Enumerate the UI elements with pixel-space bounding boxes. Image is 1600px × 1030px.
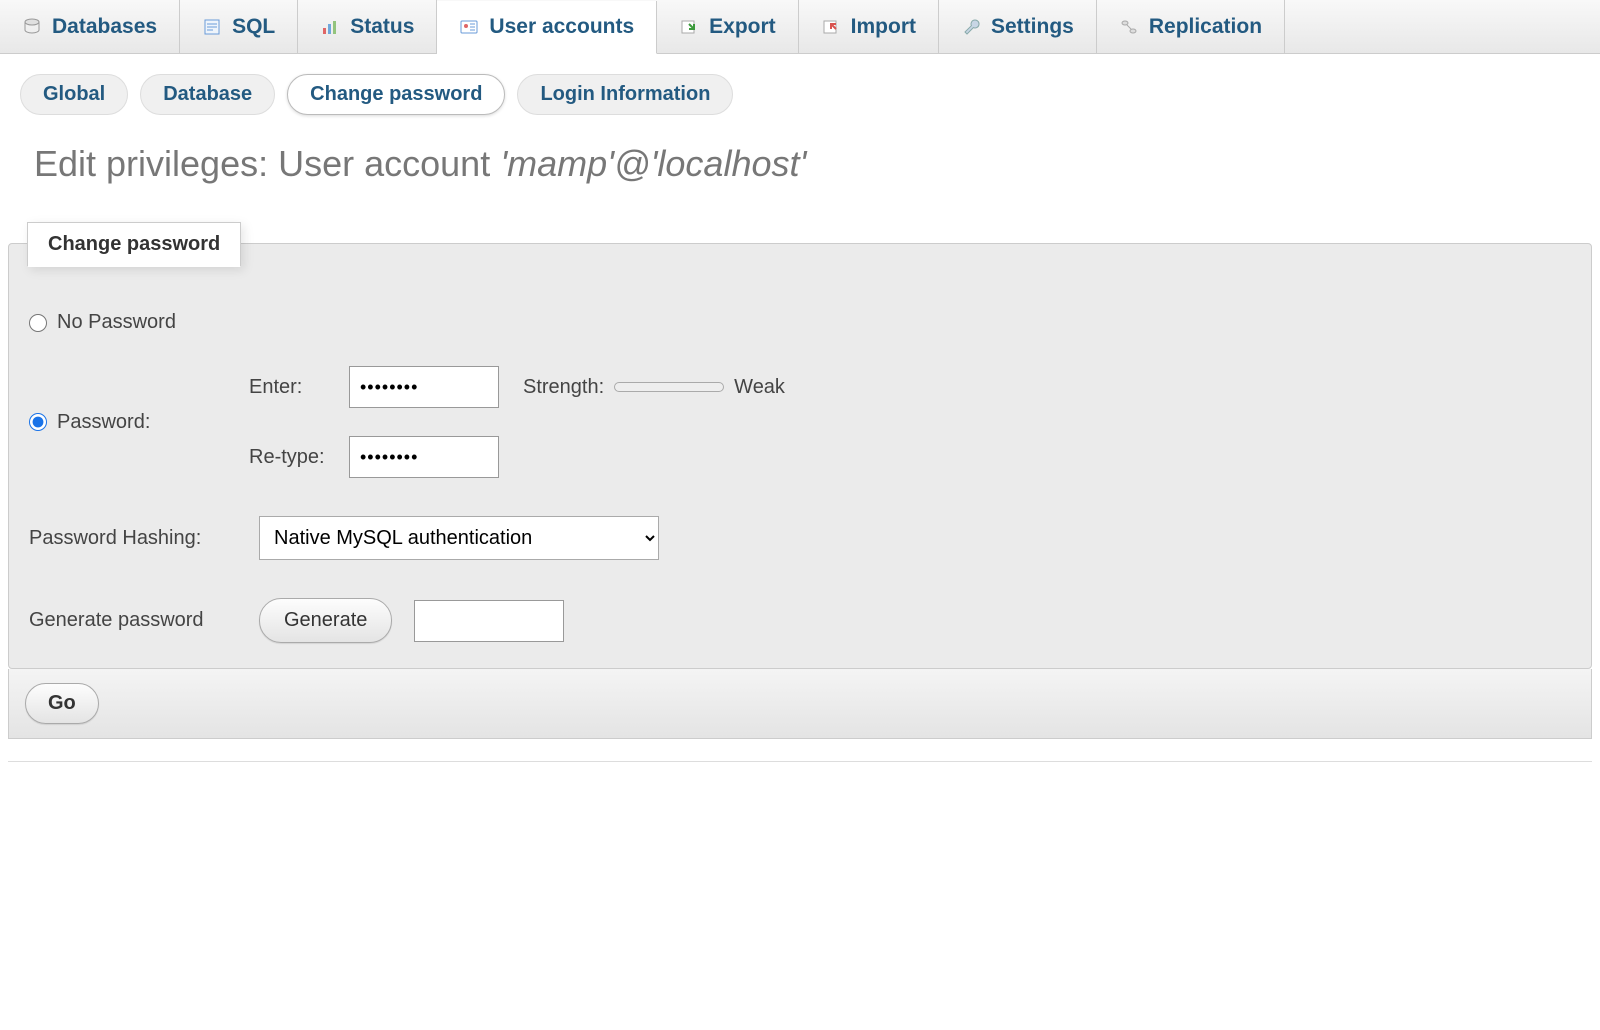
hashing-label: Password Hashing:	[29, 527, 259, 550]
tab-export-label: Export	[709, 15, 776, 39]
strength-text: Weak	[734, 376, 785, 399]
export-icon	[679, 17, 699, 37]
page-title-user: 'mamp'@'localhost'	[500, 143, 806, 184]
user-accounts-icon	[459, 17, 479, 37]
submit-bar: Go	[8, 669, 1592, 739]
password-enter-input[interactable]	[349, 366, 499, 408]
strength-label: Strength:	[523, 376, 604, 399]
status-icon	[320, 17, 340, 37]
generate-label: Generate password	[29, 609, 259, 632]
page-title: Edit privileges: User account 'mamp'@'lo…	[0, 123, 1600, 193]
sub-nav: Global Database Change password Login In…	[0, 54, 1600, 123]
password-label: Password:	[57, 411, 150, 434]
tab-status[interactable]: Status	[298, 0, 437, 53]
subtab-global[interactable]: Global	[20, 74, 128, 115]
tab-replication[interactable]: Replication	[1097, 0, 1285, 53]
tab-import[interactable]: Import	[799, 0, 939, 53]
go-button[interactable]: Go	[25, 683, 99, 724]
tab-replication-label: Replication	[1149, 15, 1262, 39]
enter-label: Enter:	[249, 376, 349, 399]
retype-label: Re-type:	[249, 446, 349, 469]
sql-icon	[202, 17, 222, 37]
hashing-select[interactable]: Native MySQL authentication	[259, 516, 659, 560]
database-icon	[22, 17, 42, 37]
divider	[8, 761, 1592, 762]
tab-databases[interactable]: Databases	[0, 0, 180, 53]
strength-meter	[614, 382, 724, 392]
subtab-login-information[interactable]: Login Information	[517, 74, 733, 115]
tab-status-label: Status	[350, 15, 414, 39]
password-retype-input[interactable]	[349, 436, 499, 478]
change-password-fieldset: Change password No Password Password: En…	[8, 243, 1592, 669]
subtab-database[interactable]: Database	[140, 74, 275, 115]
tab-user-accounts-label: User accounts	[489, 15, 634, 39]
top-nav: Databases SQL Status User accounts Expor…	[0, 0, 1600, 54]
page-title-prefix: Edit privileges: User account	[34, 143, 500, 184]
generate-output[interactable]	[414, 600, 564, 642]
generate-button[interactable]: Generate	[259, 598, 392, 643]
tab-user-accounts[interactable]: User accounts	[437, 1, 657, 54]
tab-databases-label: Databases	[52, 15, 157, 39]
replication-icon	[1119, 17, 1139, 37]
tab-export[interactable]: Export	[657, 0, 799, 53]
tab-settings-label: Settings	[991, 15, 1074, 39]
tab-sql-label: SQL	[232, 15, 275, 39]
import-icon	[821, 17, 841, 37]
tab-sql[interactable]: SQL	[180, 0, 298, 53]
wrench-icon	[961, 17, 981, 37]
subtab-change-password[interactable]: Change password	[287, 74, 505, 115]
radio-password[interactable]	[29, 413, 47, 431]
fieldset-legend: Change password	[27, 222, 241, 267]
radio-no-password[interactable]	[29, 314, 47, 332]
no-password-label: No Password	[57, 311, 176, 334]
tab-settings[interactable]: Settings	[939, 0, 1097, 53]
tab-import-label: Import	[851, 15, 916, 39]
